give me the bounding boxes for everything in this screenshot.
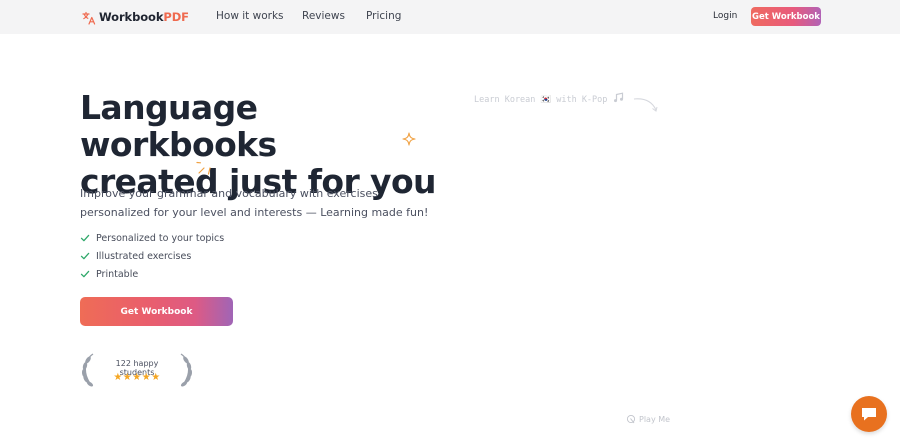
social-proof: 122 happy students ★★★★★ — [80, 352, 194, 388]
brand-logo[interactable]: WorkbookPDF — [82, 9, 189, 25]
star-rating: ★★★★★ — [113, 372, 161, 383]
translate-icon — [82, 10, 96, 25]
laurel-left-icon — [81, 353, 94, 387]
underline-accent-icon — [196, 160, 216, 176]
check-icon — [80, 234, 90, 242]
annotation-text: Learn Korean 🇰🇷 with K-Pop — [474, 95, 608, 105]
play-me-label: Play Me — [639, 414, 671, 424]
top-navbar: WorkbookPDF How it works Reviews Pricing… — [0, 0, 900, 34]
feature-list: Personalized to your topics Illustrated … — [80, 229, 224, 283]
cursor-icon — [626, 414, 636, 424]
feature-item: Personalized to your topics — [80, 229, 224, 247]
feature-label: Printable — [96, 268, 139, 280]
nav-link-how-it-works[interactable]: How it works — [216, 10, 284, 22]
feature-item: Illustrated exercises — [80, 247, 224, 265]
curved-arrow-icon — [633, 98, 658, 112]
hero-subtitle: Improve your grammar and vocabulary with… — [80, 187, 429, 219]
headline-line-1: Language workbooks — [80, 88, 277, 164]
nav-link-pricing[interactable]: Pricing — [366, 10, 401, 22]
login-link[interactable]: Login — [713, 11, 737, 21]
hero-get-workbook-button[interactable]: Get Workbook — [80, 297, 233, 326]
chat-widget-button[interactable] — [851, 396, 887, 432]
handwritten-annotation: Learn Korean 🇰🇷 with K-Pop — [474, 92, 624, 105]
check-icon — [80, 252, 90, 260]
nav-get-workbook-button[interactable]: Get Workbook — [751, 7, 821, 26]
feature-item: Printable — [80, 265, 224, 283]
feature-label: Illustrated exercises — [96, 250, 192, 262]
check-icon — [80, 270, 90, 278]
chat-icon — [862, 408, 876, 421]
nav-link-reviews[interactable]: Reviews — [302, 10, 345, 22]
brand-name: WorkbookPDF — [99, 10, 189, 24]
sparkle-icon — [402, 131, 416, 146]
laurel-right-icon — [180, 353, 193, 387]
music-note-icon — [613, 92, 623, 103]
play-me-button[interactable]: Play Me — [626, 414, 670, 424]
feature-label: Personalized to your topics — [96, 232, 225, 244]
